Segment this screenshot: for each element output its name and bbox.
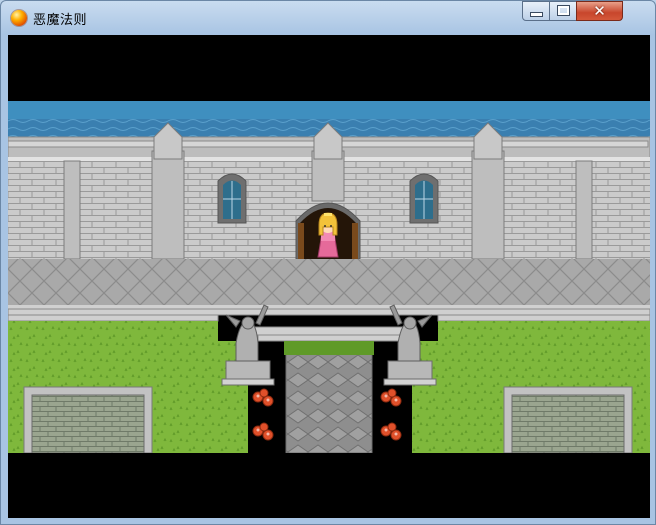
princess-character	[317, 212, 339, 258]
minimize-icon	[531, 13, 542, 16]
close-icon: ✕	[593, 2, 606, 20]
window-title: 恶魔法则	[33, 13, 88, 28]
title-bar[interactable]: 恶魔法则 ✕	[1, 1, 655, 35]
maximize-icon	[558, 6, 569, 15]
game-window: 恶魔法则 ✕	[0, 0, 656, 525]
game-viewport[interactable]	[8, 35, 650, 518]
stone-plaza	[8, 259, 650, 307]
fire-orb-icon	[11, 10, 27, 26]
maximize-button[interactable]	[549, 1, 577, 21]
cobble-path	[285, 352, 373, 453]
minimize-button[interactable]	[522, 1, 550, 21]
close-button[interactable]: ✕	[576, 1, 623, 21]
sky	[8, 101, 650, 119]
garden-wall-right	[503, 386, 633, 453]
garden-wall-left	[23, 386, 153, 453]
game-scene[interactable]	[8, 101, 650, 453]
